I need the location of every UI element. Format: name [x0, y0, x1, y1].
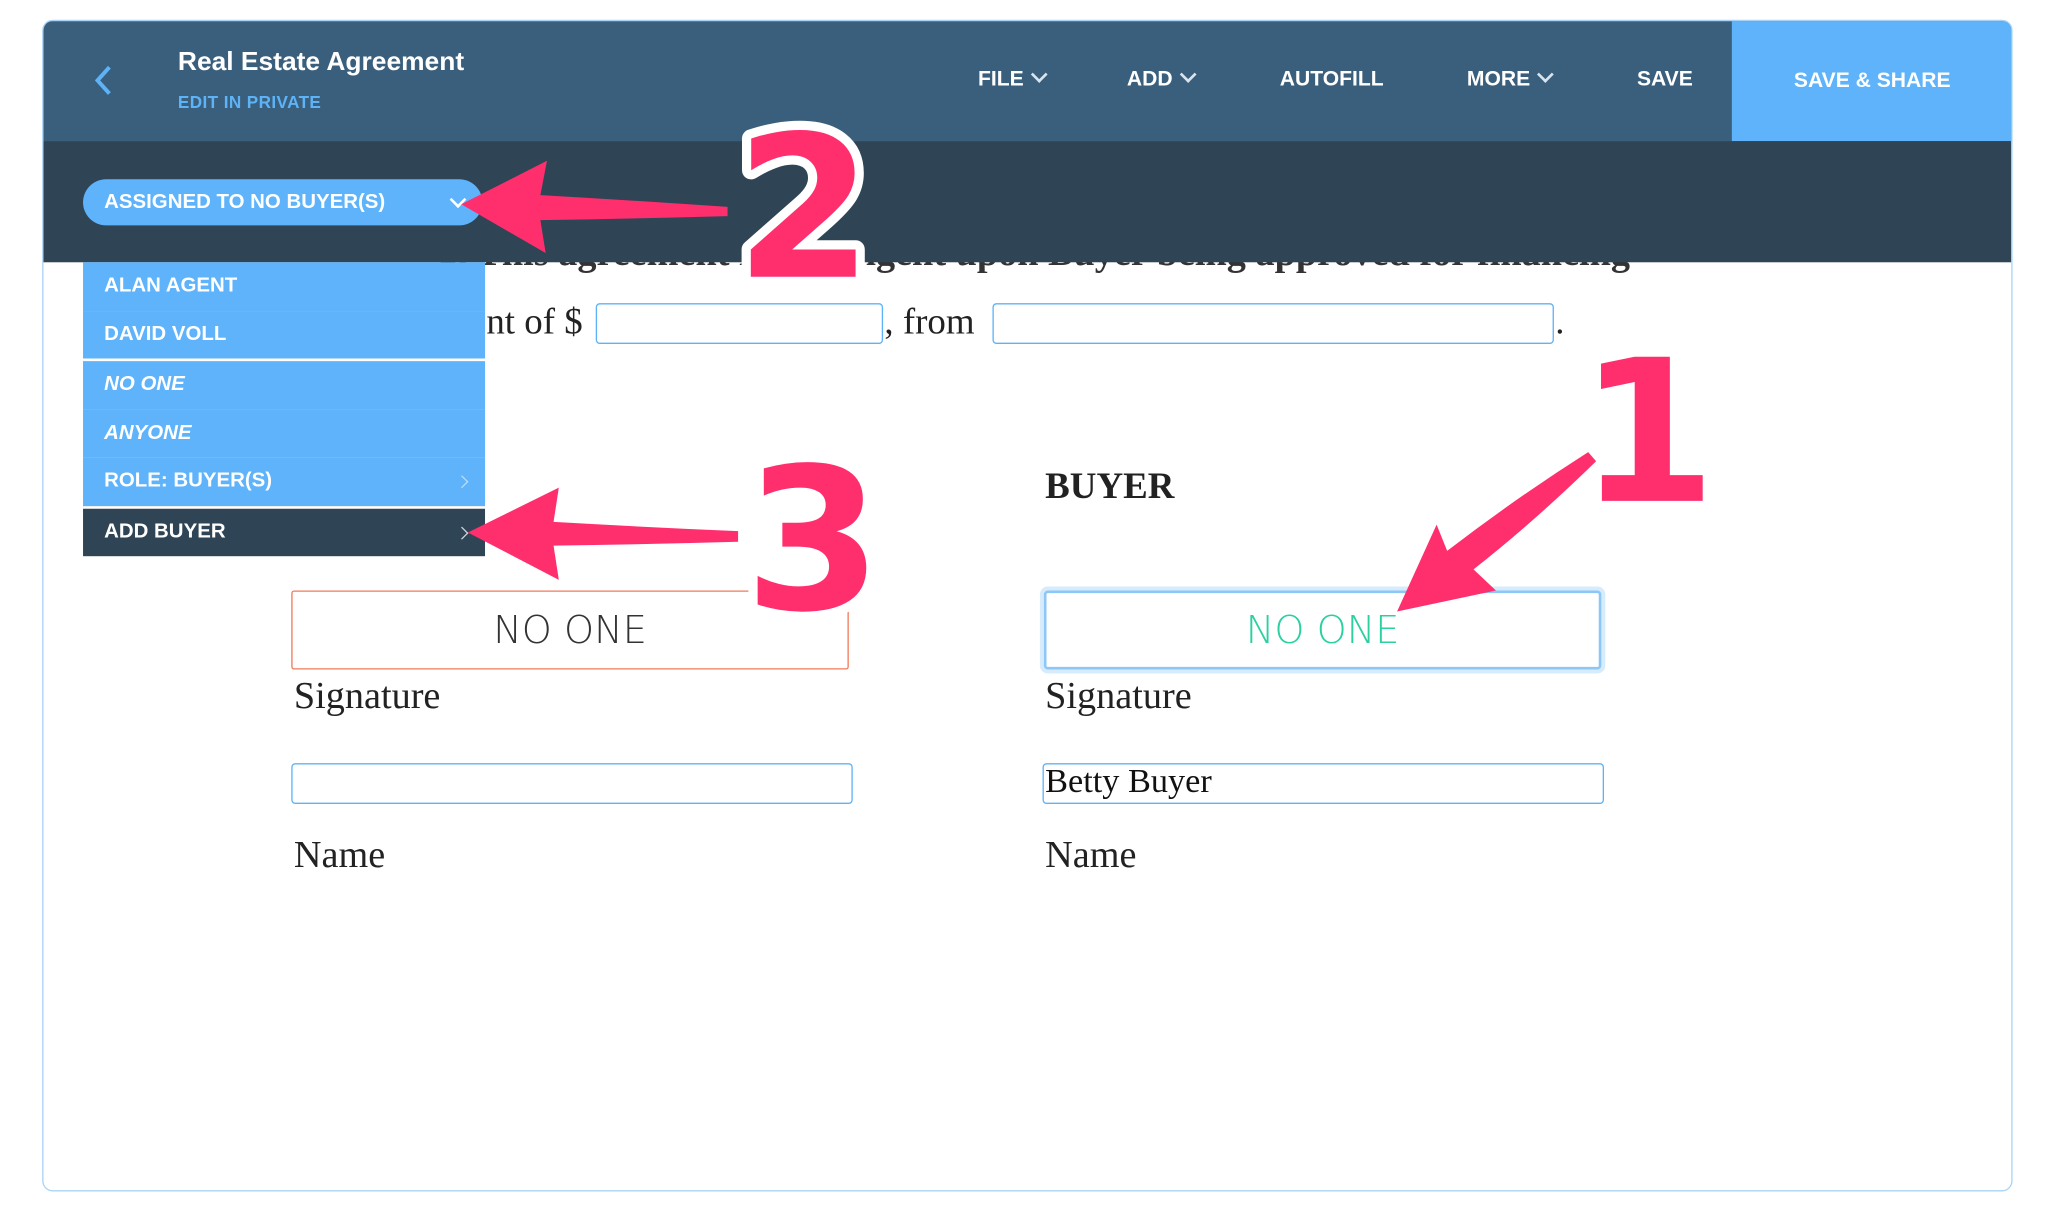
chevron-down-icon: [1030, 66, 1048, 83]
from-text: , from: [884, 301, 975, 343]
editor-window: Real Estate Agreement EDIT IN PRIVATE FI…: [42, 19, 2013, 1192]
menu-item-alan-agent[interactable]: ALAN AGENT: [83, 262, 486, 311]
chevron-right-icon: [455, 475, 469, 489]
add-menu[interactable]: ADD: [1126, 66, 1197, 93]
autofill-button[interactable]: AUTOFILL: [1280, 69, 1384, 93]
chevron-down-icon: [1179, 66, 1197, 83]
role-label: ROLE: BUYER(S): [104, 469, 273, 492]
menu-item-role-buyers[interactable]: ROLE: BUYER(S): [83, 457, 486, 506]
buyer-signature-field[interactable]: NO ONE: [1043, 590, 1602, 670]
period-text: .: [1555, 301, 1565, 343]
header-bar: Real Estate Agreement EDIT IN PRIVATE FI…: [43, 21, 2012, 142]
left-signature-field[interactable]: NO ONE: [291, 590, 849, 670]
amount-input[interactable]: [595, 303, 884, 344]
menu-item-no-one[interactable]: NO ONE: [83, 358, 486, 410]
more-label: MORE: [1466, 68, 1531, 91]
left-name-input[interactable]: [291, 763, 853, 804]
assignee-menu: ALAN AGENT DAVID VOLL NO ONE ANYONE ROLE…: [83, 262, 486, 557]
field-toolbar: ASSIGNED TO NO BUYER(S): [43, 141, 2012, 263]
add-buyer-label: ADD BUYER: [104, 519, 226, 543]
lender-input[interactable]: [992, 303, 1554, 344]
save-button[interactable]: SAVE: [1637, 69, 1693, 93]
edit-in-private-link[interactable]: EDIT IN PRIVATE: [178, 92, 321, 112]
assignee-label: ASSIGNED TO NO BUYER(S): [104, 191, 386, 214]
document-title: Real Estate Agreement: [177, 47, 465, 77]
buyer-name-input[interactable]: Betty Buyer: [1042, 763, 1605, 804]
more-menu[interactable]: MORE: [1466, 66, 1554, 93]
buyer-name-label: Name: [1045, 834, 1137, 877]
menu-item-david-voll[interactable]: DAVID VOLL: [83, 310, 486, 359]
file-menu[interactable]: FILE: [977, 66, 1048, 93]
add-label: ADD: [1126, 68, 1173, 91]
left-name-label: Name: [293, 834, 386, 877]
buyer-heading: BUYER: [1045, 466, 1175, 508]
buyer-signature-label: Signature: [1045, 674, 1192, 717]
left-signature-label: Signature: [293, 674, 441, 717]
amount-text: nt of $: [486, 301, 583, 343]
file-label: FILE: [977, 68, 1024, 91]
menu-item-anyone[interactable]: ANYONE: [83, 409, 486, 458]
chevron-left-icon[interactable]: [91, 61, 117, 101]
chevron-right-icon: [455, 525, 469, 539]
assignee-dropdown[interactable]: ASSIGNED TO NO BUYER(S): [83, 179, 483, 226]
save-and-share-button[interactable]: SAVE & SHARE: [1731, 21, 2012, 142]
chevron-down-icon: [449, 191, 467, 209]
menu-item-add-buyer[interactable]: ADD BUYER: [83, 505, 486, 557]
chevron-down-icon: [1536, 66, 1554, 83]
